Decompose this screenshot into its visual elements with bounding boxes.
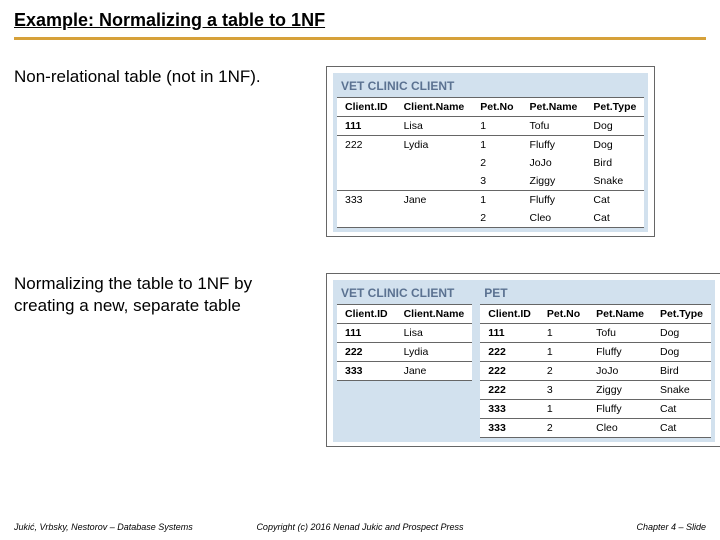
footer: Jukić, Vrbsky, Nestorov – Database Syste… (0, 522, 720, 532)
cell: Snake (652, 381, 711, 400)
cell: Ziggy (522, 172, 586, 191)
col-header: Pet.No (539, 305, 588, 324)
cell: Lisa (396, 117, 473, 136)
col-header: Pet.Type (652, 305, 711, 324)
cell: 222 (337, 343, 396, 362)
col-header: Pet.Name (522, 98, 586, 117)
cell: 3 (539, 381, 588, 400)
cell: Fluffy (588, 400, 652, 419)
table-pet: Client.ID Pet.No Pet.Name Pet.Type 1111T… (480, 304, 711, 438)
cell: 222 (480, 362, 539, 381)
cell: 1 (539, 324, 588, 343)
cell: Dog (585, 117, 644, 136)
cell: Dog (652, 343, 711, 362)
figure-not-1nf: VET CLINIC CLIENT Client.ID Client.Name … (326, 66, 655, 237)
cell: Cat (585, 191, 644, 210)
table-original: Client.ID Client.Name Pet.No Pet.Name Pe… (337, 97, 644, 228)
cell (337, 172, 396, 191)
cell: Tofu (522, 117, 586, 136)
cell (337, 154, 396, 172)
cell: Cat (652, 400, 711, 419)
cell: 1 (472, 191, 521, 210)
cell: Cleo (588, 419, 652, 438)
cell: Dog (585, 136, 644, 155)
figure-1nf: VET CLINIC CLIENT Client.ID Client.Name … (326, 273, 720, 447)
cell: 222 (480, 381, 539, 400)
col-header: Pet.Name (588, 305, 652, 324)
cell: Lydia (396, 136, 473, 155)
cell: 1 (472, 136, 521, 155)
cell: Cat (652, 419, 711, 438)
cell: 333 (337, 191, 396, 210)
cell: 1 (539, 343, 588, 362)
cell: 2 (539, 362, 588, 381)
cell: Fluffy (588, 343, 652, 362)
cell: 222 (480, 343, 539, 362)
caption-1nf: Normalizing the table to 1NF by creating… (14, 273, 314, 317)
col-header: Client.ID (480, 305, 539, 324)
cell: Jane (396, 191, 473, 210)
cell (396, 209, 473, 228)
slide-title: Example: Normalizing a table to 1NF (0, 0, 720, 37)
cell: Lisa (396, 324, 473, 343)
cell: Lydia (396, 343, 473, 362)
cell: Snake (585, 172, 644, 191)
cell (396, 172, 473, 191)
footer-center: Copyright (c) 2016 Nenad Jukic and Prosp… (0, 522, 720, 532)
cell: 1 (472, 117, 521, 136)
cell: 333 (480, 400, 539, 419)
table-title-pet: PET (480, 284, 711, 304)
cell: JoJo (588, 362, 652, 381)
cell: 111 (337, 117, 396, 136)
cell: Cat (585, 209, 644, 228)
cell: Cleo (522, 209, 586, 228)
cell: 111 (337, 324, 396, 343)
cell (396, 154, 473, 172)
cell: Jane (396, 362, 473, 381)
row-normalized: Normalizing the table to 1NF by creating… (14, 273, 706, 447)
table-client: Client.ID Client.Name 111Lisa 222Lydia 3… (337, 304, 472, 381)
cell: 111 (480, 324, 539, 343)
cell: 222 (337, 136, 396, 155)
cell: 2 (539, 419, 588, 438)
cell: 333 (337, 362, 396, 381)
col-header: Client.ID (337, 305, 396, 324)
col-header: Client.Name (396, 98, 473, 117)
cell: Bird (585, 154, 644, 172)
table-title-client: VET CLINIC CLIENT (337, 284, 472, 304)
col-header: Client.ID (337, 98, 396, 117)
cell: Fluffy (522, 136, 586, 155)
row-nonrelational: Non-relational table (not in 1NF). VET C… (14, 66, 706, 237)
col-header: Client.Name (396, 305, 473, 324)
cell: 3 (472, 172, 521, 191)
cell: Bird (652, 362, 711, 381)
cell: Tofu (588, 324, 652, 343)
cell: 1 (539, 400, 588, 419)
cell (337, 209, 396, 228)
cell: 2 (472, 209, 521, 228)
cell: Dog (652, 324, 711, 343)
cell: Fluffy (522, 191, 586, 210)
table-title-original: VET CLINIC CLIENT (337, 77, 644, 97)
cell: 333 (480, 419, 539, 438)
col-header: Pet.Type (585, 98, 644, 117)
col-header: Pet.No (472, 98, 521, 117)
title-underline (14, 37, 706, 40)
cell: JoJo (522, 154, 586, 172)
cell: 2 (472, 154, 521, 172)
cell: Ziggy (588, 381, 652, 400)
caption-not-1nf: Non-relational table (not in 1NF). (14, 66, 314, 88)
